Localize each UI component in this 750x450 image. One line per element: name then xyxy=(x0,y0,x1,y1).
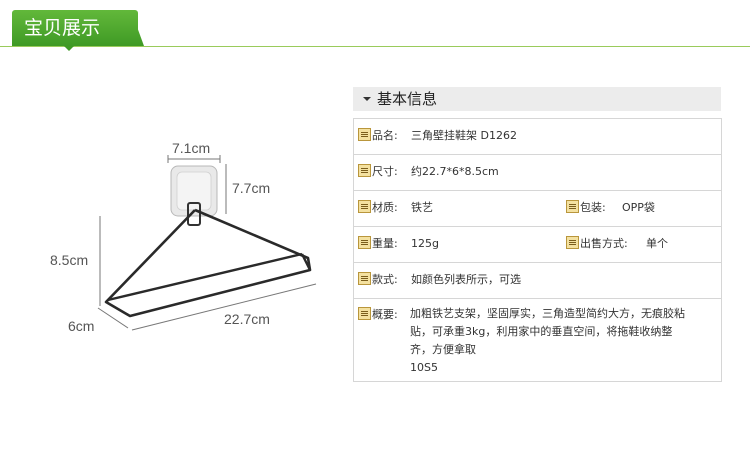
rack-frame xyxy=(104,208,312,318)
label-sale: 出售方式: xyxy=(580,237,628,250)
note-icon xyxy=(358,200,371,213)
basic-info-title: 基本信息 xyxy=(377,90,438,108)
shoe-rack-drawing xyxy=(97,155,317,331)
label-name: 品名: xyxy=(372,129,398,142)
dim-depth: 6cm xyxy=(68,318,95,334)
label-size: 尺寸: xyxy=(372,165,398,178)
header-title: 宝贝展示 xyxy=(24,17,101,39)
basic-info-panel: 基本信息 品名: 三角壁挂鞋架 D1262 尺寸: 约22.7*6*8.5cm … xyxy=(353,87,722,382)
dim-top-width: 7.1cm xyxy=(172,140,211,156)
label-weight: 重量: xyxy=(372,237,398,250)
label-summary: 概要: xyxy=(372,308,398,321)
label-material: 材质: xyxy=(372,201,398,214)
dim-length: 22.7cm xyxy=(224,311,270,327)
note-icon xyxy=(358,164,371,177)
info-row-size: 尺寸: 约22.7*6*8.5cm xyxy=(354,155,721,191)
info-row-material-package: 材质: 铁艺 包装: OPP袋 xyxy=(354,191,721,227)
value-size: 约22.7*6*8.5cm xyxy=(411,165,499,178)
basic-info-header: 基本信息 xyxy=(353,87,721,111)
info-row-weight-sale: 重量: 125g 出售方式: 单个 xyxy=(354,227,721,263)
summary-line-4: 10S5 xyxy=(410,361,438,374)
info-row-style: 款式: 如颜色列表所示，可选 xyxy=(354,263,721,299)
rack-rail xyxy=(107,252,303,302)
value-name: 三角壁挂鞋架 D1262 xyxy=(411,129,517,142)
section-header: 宝贝展示 xyxy=(0,0,750,52)
header-pointer-icon xyxy=(64,46,74,51)
value-weight: 125g xyxy=(411,237,439,250)
note-icon xyxy=(566,236,579,249)
info-row-summary: 概要: 加粗铁艺支架，坚固厚实，三角造型简约大方，无痕胶粘 贴，可承重3kg，利… xyxy=(354,299,721,381)
summary-text: 加粗铁艺支架，坚固厚实，三角造型简约大方，无痕胶粘 贴，可承重3kg，利用家中的… xyxy=(410,305,710,377)
note-icon xyxy=(358,128,371,141)
info-table: 品名: 三角壁挂鞋架 D1262 尺寸: 约22.7*6*8.5cm 材质: 铁… xyxy=(353,118,722,382)
caret-down-icon xyxy=(363,97,371,101)
summary-line-1: 加粗铁艺支架，坚固厚实，三角造型简约大方，无痕胶粘 xyxy=(410,307,685,320)
summary-line-3: 齐，方便拿取 xyxy=(410,343,476,356)
dim-plate-height: 7.7cm xyxy=(232,180,271,196)
dim-height: 8.5cm xyxy=(50,252,89,268)
note-icon xyxy=(358,307,371,320)
label-package: 包装: xyxy=(580,201,606,214)
note-icon xyxy=(358,236,371,249)
label-style: 款式: xyxy=(372,273,398,286)
value-style: 如颜色列表所示，可选 xyxy=(411,273,521,286)
value-sale: 单个 xyxy=(646,237,668,250)
header-divider xyxy=(0,46,750,47)
value-package: OPP袋 xyxy=(622,201,655,214)
summary-line-2: 贴，可承重3kg，利用家中的垂直空间，将拖鞋收纳整 xyxy=(410,325,673,338)
product-illustration: 7.1cm 7.7cm 8.5cm 6cm 22.7cm xyxy=(40,130,340,350)
info-row-name: 品名: 三角壁挂鞋架 D1262 xyxy=(354,119,721,155)
note-icon xyxy=(358,272,371,285)
note-icon xyxy=(566,200,579,213)
value-material: 铁艺 xyxy=(411,201,433,214)
